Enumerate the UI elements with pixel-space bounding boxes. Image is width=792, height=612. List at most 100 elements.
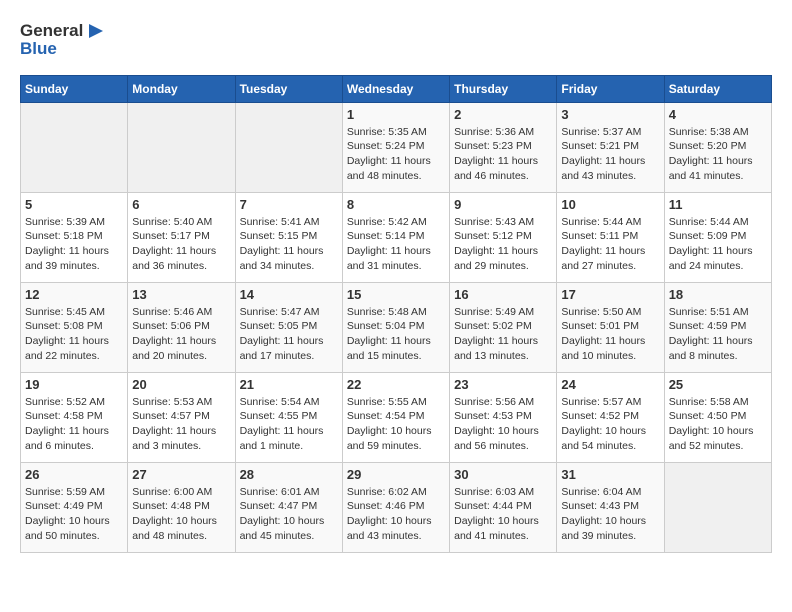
day-info: Sunrise: 5:57 AMSunset: 4:52 PMDaylight:… — [561, 395, 659, 454]
day-info: Sunrise: 5:42 AMSunset: 5:14 PMDaylight:… — [347, 215, 445, 274]
calendar-cell: 1Sunrise: 5:35 AMSunset: 5:24 PMDaylight… — [342, 102, 449, 192]
day-number: 22 — [347, 377, 445, 392]
day-number: 26 — [25, 467, 123, 482]
calendar-cell: 23 Sunrise: 5:56 AMSunset: 4:53 PMDayligh… — [450, 372, 557, 462]
day-number: 2 — [454, 107, 552, 122]
day-number: 25 — [669, 377, 767, 392]
day-number: 19 — [25, 377, 123, 392]
day-number: 21 — [240, 377, 338, 392]
calendar-cell: 29 Sunrise: 6:02 AMSunset: 4:46 PMDayligh… — [342, 462, 449, 552]
logo-blue: Blue — [20, 40, 57, 59]
day-number: 5 — [25, 197, 123, 212]
day-number: 15 — [347, 287, 445, 302]
weekday-header: Wednesday — [342, 75, 449, 102]
day-number: 11 — [669, 197, 767, 212]
day-info: Sunrise: 5:46 AMSunset: 5:06 PMDaylight:… — [132, 305, 230, 364]
day-number: 27 — [132, 467, 230, 482]
day-number: 9 — [454, 197, 552, 212]
calendar-week-row: 1Sunrise: 5:35 AMSunset: 5:24 PMDaylight… — [21, 102, 772, 192]
weekday-header: Friday — [557, 75, 664, 102]
day-info: Sunrise: 5:37 AMSunset: 5:21 PMDaylight:… — [561, 125, 659, 184]
calendar-cell — [235, 102, 342, 192]
day-info: Sunrise: 5:45 AMSunset: 5:08 PMDaylight:… — [25, 305, 123, 364]
calendar-cell: 24 Sunrise: 5:57 AMSunset: 4:52 PMDayligh… — [557, 372, 664, 462]
weekday-header: Saturday — [664, 75, 771, 102]
day-number: 3 — [561, 107, 659, 122]
day-info: Sunrise: 5:35 AMSunset: 5:24 PMDaylight:… — [347, 125, 445, 184]
day-number: 8 — [347, 197, 445, 212]
calendar-cell: 4Sunrise: 5:38 AMSunset: 5:20 PMDaylight… — [664, 102, 771, 192]
calendar-cell: 14Sunrise: 5:47 AMSunset: 5:05 PMDayligh… — [235, 282, 342, 372]
day-info: Sunrise: 6:04 AMSunset: 4:43 PMDaylight:… — [561, 485, 659, 544]
day-info: Sunrise: 5:56 AMSunset: 4:53 PMDaylight:… — [454, 395, 552, 454]
calendar-cell — [128, 102, 235, 192]
day-number: 17 — [561, 287, 659, 302]
calendar-cell: 2 Sunrise: 5:36 AMSunset: 5:23 PMDaylight… — [450, 102, 557, 192]
calendar-week-row: 12 Sunrise: 5:45 AMSunset: 5:08 PMDayligh… — [21, 282, 772, 372]
day-info: Sunrise: 5:39 AMSunset: 5:18 PMDaylight:… — [25, 215, 123, 274]
day-number: 29 — [347, 467, 445, 482]
day-info: Sunrise: 5:44 AMSunset: 5:09 PMDaylight:… — [669, 215, 767, 274]
day-info: Sunrise: 5:50 AMSunset: 5:01 PMDaylight:… — [561, 305, 659, 364]
weekday-header: Monday — [128, 75, 235, 102]
day-info: Sunrise: 6:03 AMSunset: 4:44 PMDaylight:… — [454, 485, 552, 544]
day-number: 12 — [25, 287, 123, 302]
logo: General Blue — [20, 20, 107, 59]
calendar-cell: 21 Sunrise: 5:54 AMSunset: 4:55 PMDayligh… — [235, 372, 342, 462]
weekday-header-row: SundayMondayTuesdayWednesdayThursdayFrid… — [21, 75, 772, 102]
day-number: 13 — [132, 287, 230, 302]
day-info: Sunrise: 5:43 AMSunset: 5:12 PMDaylight:… — [454, 215, 552, 274]
day-number: 16 — [454, 287, 552, 302]
logo-general: General — [20, 22, 83, 41]
calendar-cell: 11 Sunrise: 5:44 AMSunset: 5:09 PMDayligh… — [664, 192, 771, 282]
calendar-cell: 20 Sunrise: 5:53 AMSunset: 4:57 PMDayligh… — [128, 372, 235, 462]
calendar-cell: 17 Sunrise: 5:50 AMSunset: 5:01 PMDayligh… — [557, 282, 664, 372]
calendar-cell: 18 Sunrise: 5:51 AMSunset: 4:59 PMDayligh… — [664, 282, 771, 372]
day-info: Sunrise: 5:40 AMSunset: 5:17 PMDaylight:… — [132, 215, 230, 274]
day-info: Sunrise: 5:58 AMSunset: 4:50 PMDaylight:… — [669, 395, 767, 454]
calendar-cell: 30 Sunrise: 6:03 AMSunset: 4:44 PMDayligh… — [450, 462, 557, 552]
day-number: 18 — [669, 287, 767, 302]
day-number: 23 — [454, 377, 552, 392]
calendar-cell: 8 Sunrise: 5:42 AMSunset: 5:14 PMDaylight… — [342, 192, 449, 282]
day-info: Sunrise: 5:59 AMSunset: 4:49 PMDaylight:… — [25, 485, 123, 544]
day-info: Sunrise: 5:38 AMSunset: 5:20 PMDaylight:… — [669, 125, 767, 184]
calendar-cell — [664, 462, 771, 552]
day-info: Sunrise: 5:51 AMSunset: 4:59 PMDaylight:… — [669, 305, 767, 364]
day-number: 6 — [132, 197, 230, 212]
day-info: Sunrise: 6:02 AMSunset: 4:46 PMDaylight:… — [347, 485, 445, 544]
day-info: Sunrise: 5:53 AMSunset: 4:57 PMDaylight:… — [132, 395, 230, 454]
calendar-cell: 27 Sunrise: 6:00 AMSunset: 4:48 PMDayligh… — [128, 462, 235, 552]
day-info: Sunrise: 5:54 AMSunset: 4:55 PMDaylight:… — [240, 395, 338, 454]
calendar-cell: 5 Sunrise: 5:39 AMSunset: 5:18 PMDaylight… — [21, 192, 128, 282]
calendar-cell: 26 Sunrise: 5:59 AMSunset: 4:49 PMDayligh… — [21, 462, 128, 552]
calendar-cell: 25 Sunrise: 5:58 AMSunset: 4:50 PMDayligh… — [664, 372, 771, 462]
weekday-header: Sunday — [21, 75, 128, 102]
weekday-header: Thursday — [450, 75, 557, 102]
day-info: Sunrise: 5:41 AMSunset: 5:15 PMDaylight:… — [240, 215, 338, 274]
day-number: 30 — [454, 467, 552, 482]
calendar-cell: 9 Sunrise: 5:43 AMSunset: 5:12 PMDaylight… — [450, 192, 557, 282]
day-info: Sunrise: 5:47 AMSunset: 5:05 PMDaylight:… — [240, 305, 338, 364]
calendar-cell: 31 Sunrise: 6:04 AMSunset: 4:43 PMDayligh… — [557, 462, 664, 552]
day-info: Sunrise: 5:36 AMSunset: 5:23 PMDaylight:… — [454, 125, 552, 184]
calendar-cell: 22Sunrise: 5:55 AMSunset: 4:54 PMDayligh… — [342, 372, 449, 462]
calendar-cell: 19Sunrise: 5:52 AMSunset: 4:58 PMDayligh… — [21, 372, 128, 462]
day-number: 24 — [561, 377, 659, 392]
calendar-table: SundayMondayTuesdayWednesdayThursdayFrid… — [20, 75, 772, 553]
calendar-cell — [21, 102, 128, 192]
weekday-header: Tuesday — [235, 75, 342, 102]
calendar-week-row: 19Sunrise: 5:52 AMSunset: 4:58 PMDayligh… — [21, 372, 772, 462]
day-number: 31 — [561, 467, 659, 482]
calendar-cell: 15 Sunrise: 5:48 AMSunset: 5:04 PMDayligh… — [342, 282, 449, 372]
page-header: General Blue — [20, 20, 772, 59]
calendar-cell: 13 Sunrise: 5:46 AMSunset: 5:06 PMDayligh… — [128, 282, 235, 372]
day-info: Sunrise: 5:49 AMSunset: 5:02 PMDaylight:… — [454, 305, 552, 364]
day-number: 20 — [132, 377, 230, 392]
calendar-cell: 12 Sunrise: 5:45 AMSunset: 5:08 PMDayligh… — [21, 282, 128, 372]
calendar-cell: 28Sunrise: 6:01 AMSunset: 4:47 PMDayligh… — [235, 462, 342, 552]
calendar-cell: 6 Sunrise: 5:40 AMSunset: 5:17 PMDaylight… — [128, 192, 235, 282]
day-info: Sunrise: 5:48 AMSunset: 5:04 PMDaylight:… — [347, 305, 445, 364]
day-info: Sunrise: 6:00 AMSunset: 4:48 PMDaylight:… — [132, 485, 230, 544]
calendar-cell: 16 Sunrise: 5:49 AMSunset: 5:02 PMDayligh… — [450, 282, 557, 372]
